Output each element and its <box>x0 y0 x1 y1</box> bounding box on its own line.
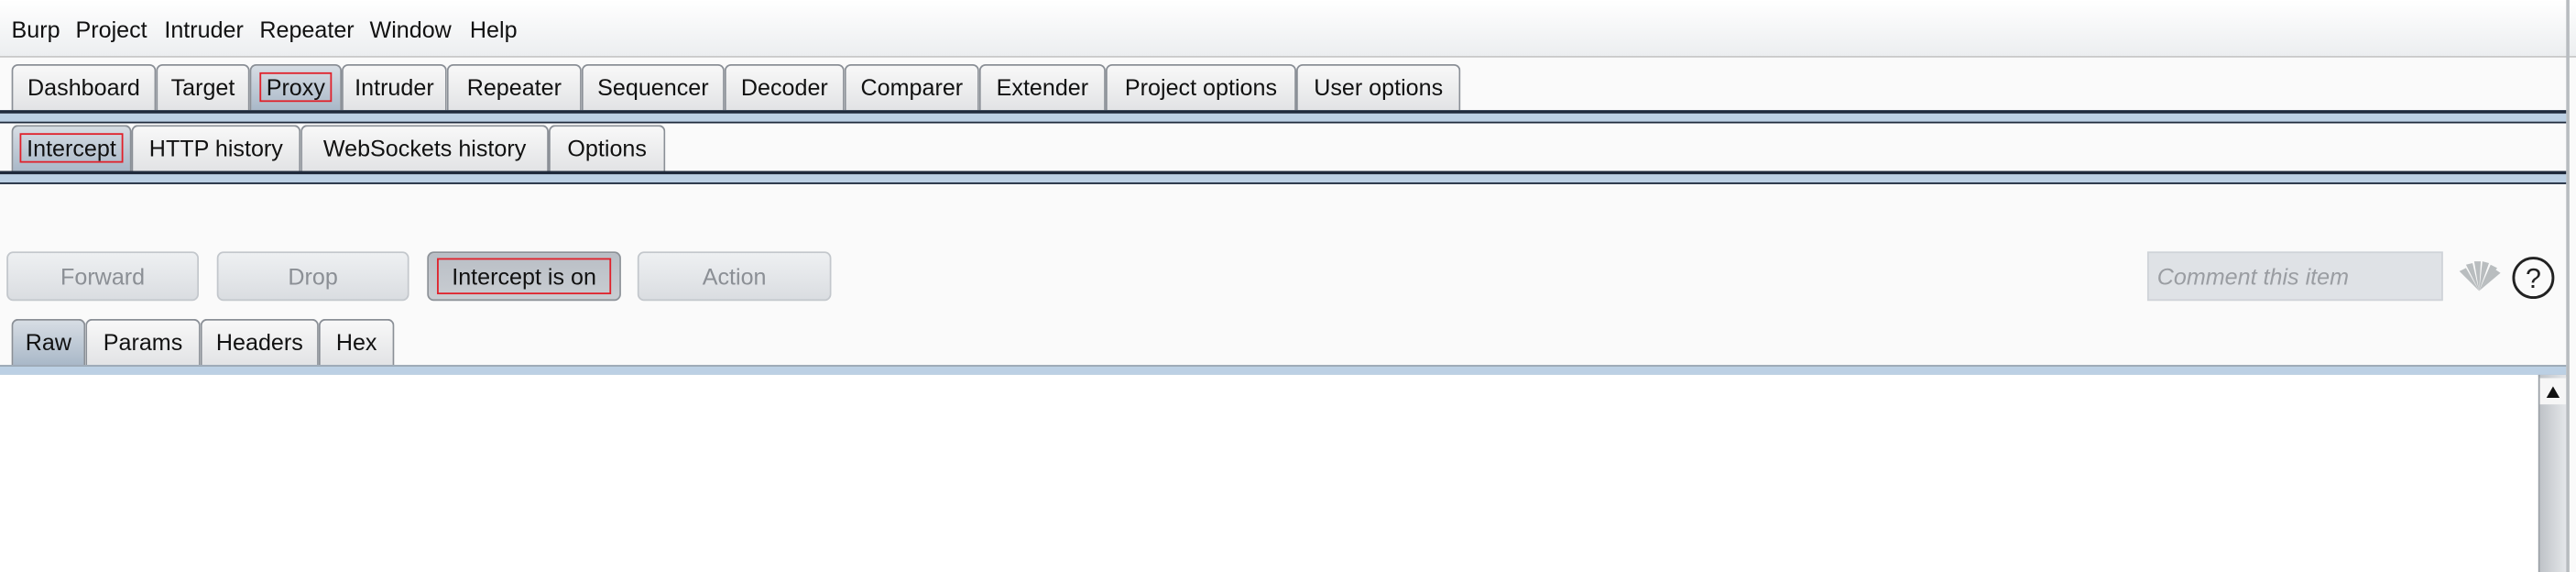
tab-target[interactable]: Target <box>156 63 250 111</box>
comment-input[interactable]: Comment this item <box>2146 251 2443 302</box>
tab-hex[interactable]: Hex <box>318 318 395 366</box>
vertical-scrollbar[interactable] <box>2538 374 2567 572</box>
tab-params[interactable]: Params <box>85 318 201 366</box>
menu-project[interactable]: Project <box>75 16 147 43</box>
tab-decoder[interactable]: Decoder <box>724 63 845 111</box>
tab-raw[interactable]: Raw <box>11 318 86 366</box>
burp-window: Burp Project Intruder Repeater Window He… <box>0 0 2576 572</box>
help-icon[interactable]: ? <box>2510 255 2556 301</box>
scroll-up-arrow-icon[interactable] <box>2539 378 2567 405</box>
message-editor[interactable] <box>0 374 2538 572</box>
tab-intruder[interactable]: Intruder <box>342 63 447 111</box>
tab-options[interactable]: Options <box>548 125 666 171</box>
menu-burp[interactable]: Burp <box>12 16 60 43</box>
intercept-toggle-button[interactable]: Intercept is on <box>427 251 621 302</box>
tab-comparer[interactable]: Comparer <box>844 63 979 111</box>
tab-intercept[interactable]: Intercept <box>11 125 132 171</box>
svg-text:?: ? <box>2526 263 2541 294</box>
tab-project-options[interactable]: Project options <box>1105 63 1296 111</box>
tab-http-history[interactable]: HTTP history <box>131 125 301 171</box>
forward-button[interactable]: Forward <box>6 251 200 302</box>
main-tabs-divider <box>0 110 2567 124</box>
menu-intruder[interactable]: Intruder <box>164 16 244 43</box>
proxy-tabs-divider <box>0 170 2567 184</box>
tab-headers[interactable]: Headers <box>200 318 319 366</box>
message-tabs: Raw Params Headers Hex <box>0 318 2566 366</box>
menu-bar: Burp Project Intruder Repeater Window He… <box>0 0 2576 58</box>
main-tabs: Dashboard Target Proxy Intruder Repeater… <box>0 63 2566 111</box>
tab-dashboard[interactable]: Dashboard <box>11 63 157 111</box>
tab-repeater[interactable]: Repeater <box>446 63 582 111</box>
menu-help[interactable]: Help <box>470 16 518 43</box>
tab-extender[interactable]: Extender <box>978 63 1106 111</box>
drop-button[interactable]: Drop <box>216 251 409 302</box>
proxy-tabs: Intercept HTTP history WebSockets histor… <box>0 125 2566 171</box>
tab-websockets-history[interactable]: WebSockets history <box>300 125 549 171</box>
highlight-fan-icon[interactable] <box>2456 258 2502 298</box>
menu-repeater[interactable]: Repeater <box>259 16 354 43</box>
window-right-border <box>2566 0 2570 572</box>
action-button[interactable]: Action <box>637 251 832 302</box>
tab-user-options[interactable]: User options <box>1295 63 1461 111</box>
menu-window[interactable]: Window <box>370 16 452 43</box>
tab-sequencer[interactable]: Sequencer <box>581 63 725 111</box>
tab-proxy[interactable]: Proxy <box>249 63 343 111</box>
